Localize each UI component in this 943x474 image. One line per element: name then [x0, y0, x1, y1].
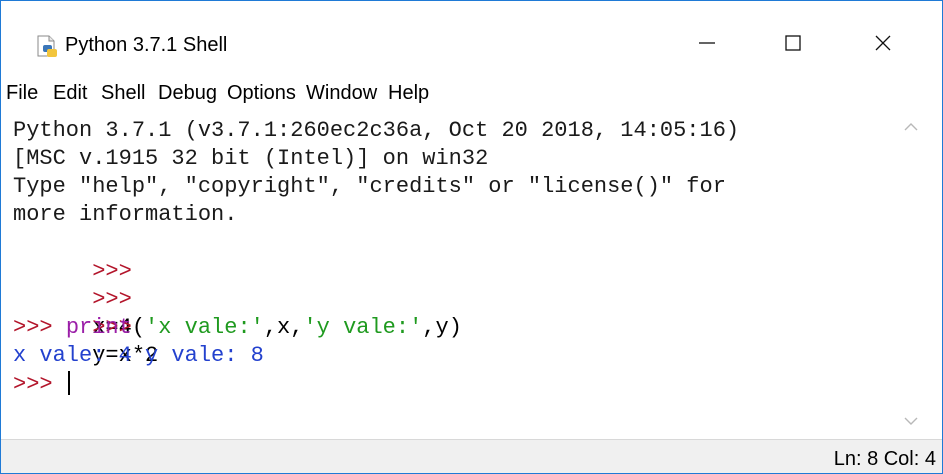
- window-title: Python 3.7.1 Shell: [65, 34, 228, 56]
- maximize-button[interactable]: [765, 23, 821, 67]
- output-line: x vale: 4 y vale: 8: [13, 343, 264, 368]
- code-punctuation: ,y): [422, 315, 462, 340]
- status-bar: Ln: 8 Col: 4: [1, 439, 942, 473]
- code-punctuation: (: [131, 315, 146, 340]
- menu-debug[interactable]: Debug: [158, 81, 217, 105]
- menu-window[interactable]: Window: [306, 81, 377, 105]
- input-line: >>> print('x vale:',x,'y vale:',y): [13, 314, 462, 342]
- active-prompt-line: >>>: [13, 371, 70, 399]
- title-bar[interactable]: Python 3.7.1 Shell: [1, 1, 942, 67]
- vertical-scrollbar[interactable]: [891, 111, 931, 439]
- banner-line: [MSC v.1915 32 bit (Intel)] on win32: [13, 146, 489, 171]
- shell-text-area[interactable]: Python 3.7.1 (v3.7.1:260ec2c36a, Oct 20 …: [13, 111, 929, 439]
- prompt: >>>: [13, 372, 53, 397]
- text-cursor: [67, 371, 70, 395]
- banner-line: Python 3.7.1 (v3.7.1:260ec2c36a, Oct 20 …: [13, 118, 740, 143]
- close-icon: [873, 33, 893, 58]
- minimize-icon: [697, 33, 717, 58]
- input-line: >>> x=4: [13, 258, 132, 340]
- close-button[interactable]: [855, 23, 911, 67]
- input-line: >>> y=x*2: [13, 286, 158, 368]
- python-idle-icon: [35, 35, 59, 59]
- idle-shell-window: Python 3.7.1 Shell File Edit Shell Debug…: [0, 0, 943, 474]
- menu-edit[interactable]: Edit: [53, 81, 87, 105]
- builtin-print: print: [65, 315, 132, 340]
- prompt: >>>: [13, 315, 53, 340]
- banner-line: more information.: [13, 202, 238, 227]
- menu-options[interactable]: Options: [227, 81, 296, 105]
- menu-file[interactable]: File: [6, 81, 38, 105]
- code-punctuation: ,x,: [263, 315, 304, 340]
- maximize-icon: [783, 33, 803, 58]
- banner-line: Type "help", "copyright", "credits" or "…: [13, 174, 726, 199]
- scroll-down-icon[interactable]: [901, 411, 921, 431]
- prompt-line: >>>: [13, 230, 132, 284]
- minimize-button[interactable]: [679, 23, 735, 67]
- menu-help[interactable]: Help: [388, 81, 429, 105]
- cursor-position: Ln: 8 Col: 4: [833, 448, 936, 470]
- menu-bar: File Edit Shell Debug Options Window Hel…: [1, 77, 942, 109]
- string-literal: 'x vale:': [145, 315, 264, 340]
- string-literal: 'y vale:': [303, 315, 423, 340]
- menu-shell[interactable]: Shell: [101, 81, 145, 105]
- scroll-up-icon[interactable]: [901, 117, 921, 137]
